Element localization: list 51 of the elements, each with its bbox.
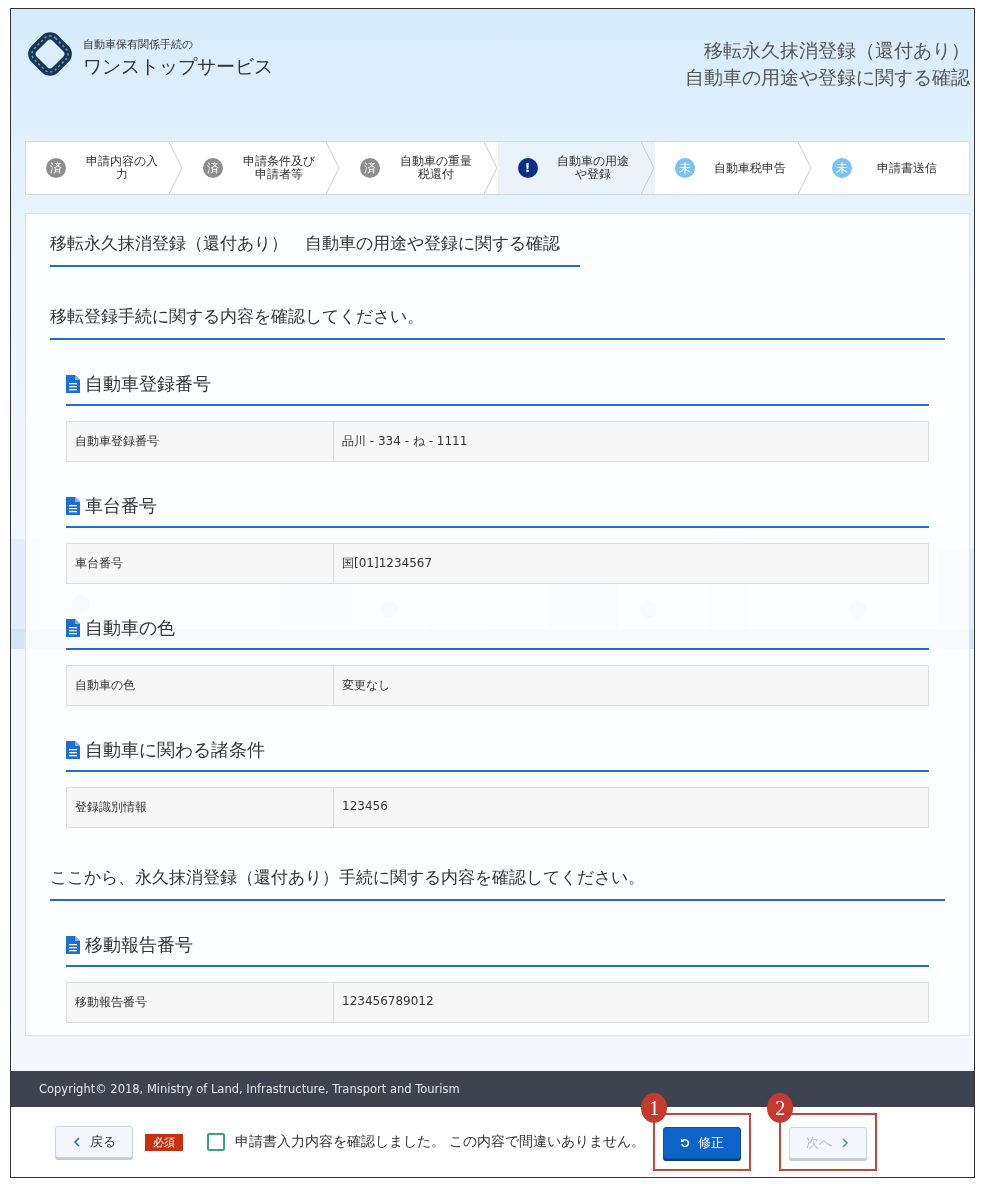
group-heading: 自動車に関わる諸条件 xyxy=(85,738,265,762)
confirm-label: 申請書入力内容を確認しました。 この内容で間違いありません。 xyxy=(235,1133,646,1151)
document-icon xyxy=(66,741,80,759)
step-label: 自動車の用途 や登録 xyxy=(556,155,631,181)
content-title: 移転永久抹消登録（還付あり） 自動車の用途や登録に関する確認 xyxy=(50,228,580,267)
step-status-mark: 済 xyxy=(46,158,66,178)
document-icon xyxy=(66,936,80,954)
field-label-cell: 登録識別情報 xyxy=(67,788,334,827)
group-heading: 自動車登録番号 xyxy=(85,372,211,396)
logo-icon xyxy=(25,29,75,79)
field-value-cell-text: 123456789012 xyxy=(341,993,435,1010)
page-title: 自動車の用途や登録に関する確認 xyxy=(685,65,970,90)
step-status-mark: 未 xyxy=(674,158,695,178)
fix-button[interactable]: 修正 xyxy=(663,1127,742,1159)
step-status-mark: ! xyxy=(517,158,538,178)
callout-number: 1 xyxy=(641,1093,668,1123)
field-label-cell: 車台番号 xyxy=(67,544,334,583)
field-value-cell-text: 品川 - 334 - ね - 1111 xyxy=(341,433,469,450)
step-label: 申請条件及び 申請者等 xyxy=(241,155,316,181)
group-heading: 移動報告番号 xyxy=(85,933,193,957)
logo-caption: 自動車保有関係手続の xyxy=(83,37,194,52)
step-status-mark: 済 xyxy=(203,158,224,178)
group-heading: 車台番号 xyxy=(85,494,157,518)
document-icon xyxy=(66,619,80,637)
confirm-checkbox[interactable] xyxy=(207,1133,225,1151)
step-label: 申請書送信 xyxy=(876,161,939,175)
document-icon xyxy=(66,497,80,515)
copyright-text: Copyright© 2018, Ministry of Land, Infrastructure, Transport and Tourism xyxy=(39,1082,460,1096)
group-heading: 自動車の色 xyxy=(85,616,175,640)
step-status-mark: 未 xyxy=(831,158,852,178)
document-icon xyxy=(66,375,80,393)
logo-title: ワンストップサービス xyxy=(83,54,273,79)
field-value-cell-text: 国[01]1234567 xyxy=(341,555,434,572)
section-intro: 移転登録手続に関する内容を確認してください。 xyxy=(50,305,945,340)
field-value-cell-text: 123456 xyxy=(341,798,389,815)
chevron-right-icon xyxy=(840,1137,851,1149)
step-label: 自動車税申告 xyxy=(713,161,788,175)
field-label-cell: 移動報告番号 xyxy=(67,983,334,1022)
step-status-mark: 済 xyxy=(360,158,381,178)
step-label: 申請内容の入 力 xyxy=(84,155,159,181)
section-intro: ここから、永久抹消登録（還付あり）手続に関する内容を確認してください。 xyxy=(50,866,945,901)
chevron-left-icon xyxy=(72,1136,82,1148)
required-badge: 必須 xyxy=(145,1133,183,1151)
field-label-cell: 自動車登録番号 xyxy=(67,422,334,461)
callout-number: 2 xyxy=(767,1093,794,1123)
undo-icon xyxy=(680,1137,691,1149)
page-title: 移転永久抹消登録（還付あり） xyxy=(704,38,970,63)
step-label: 自動車の重量 税還付 xyxy=(398,155,473,181)
back-button[interactable]: 戻る xyxy=(55,1126,133,1158)
field-label-cell: 自動車の色 xyxy=(67,666,334,705)
field-value-cell-text: 変更なし xyxy=(341,677,391,694)
